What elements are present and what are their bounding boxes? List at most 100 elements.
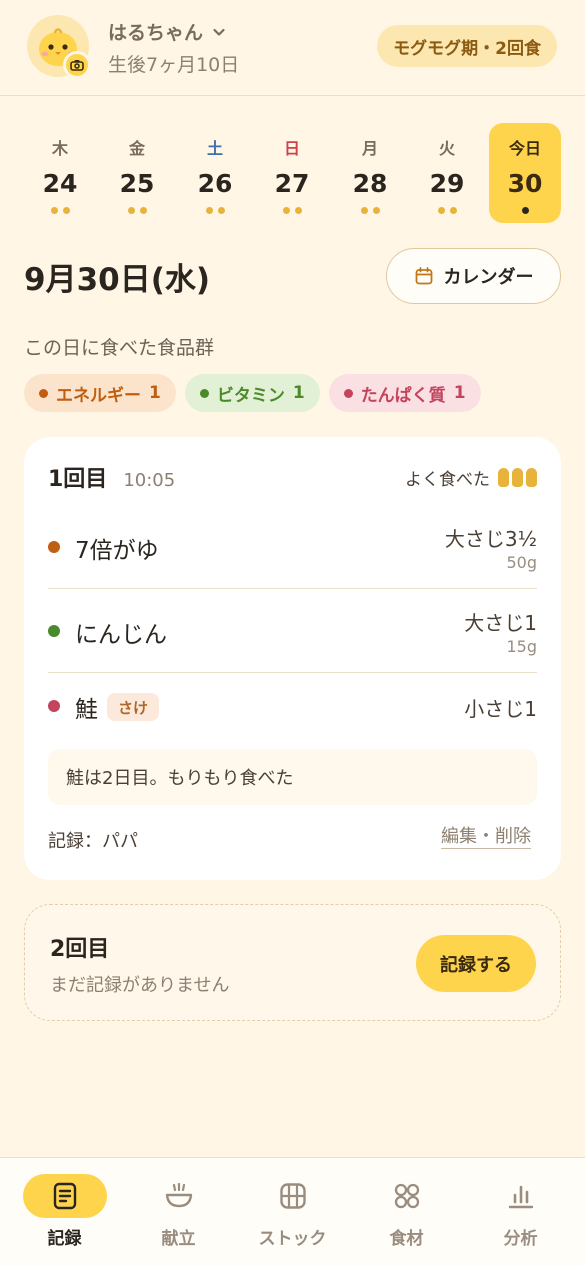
chip-label: たんぱく質 (360, 385, 446, 406)
food-name: 鮭 (75, 697, 98, 723)
day-27[interactable]: 日 27 (256, 123, 328, 223)
vitamin-dot (199, 388, 209, 398)
camera-icon[interactable] (63, 51, 91, 79)
selected-date-title: 9月30日(水) (24, 262, 211, 298)
meal-memo: 鮭は2日目。もりもり食べた (48, 749, 537, 805)
day-number: 30 (507, 169, 543, 198)
vitamin-dot (48, 625, 60, 637)
feeding-stage-badge: モグモグ期・2回食 (377, 25, 557, 67)
food-grams: 15g (506, 637, 537, 656)
chip-count: 1 (453, 383, 466, 403)
appetite-label: よく食べた (405, 470, 490, 490)
meal-card-2: 2回目 まだ記録がありません 記録する (24, 904, 561, 1021)
baby-age: 生後7ヶ月10日 (108, 54, 240, 76)
meal-header: 1回目 10:05 (48, 461, 175, 493)
baby-name: はるちゃん (108, 22, 204, 44)
calendar-button[interactable]: カレンダー (386, 248, 561, 304)
record-icon (22, 1174, 107, 1218)
meal-time: 10:05 (123, 470, 176, 491)
food-group-chips: エネルギー 1 ビタミン 1 たんぱく質 1 (24, 374, 481, 412)
meal-dots (360, 207, 380, 214)
nav-menu[interactable]: 献立 (120, 1174, 237, 1254)
day-today[interactable]: 今日 30 (489, 123, 561, 223)
spoon-rating-icon (498, 468, 537, 487)
day-29[interactable]: 火 29 (411, 123, 483, 223)
empty-state-text: まだ記録がありません (50, 975, 230, 996)
food-reading-tag: さけ (107, 693, 160, 721)
meal-dots (521, 207, 529, 214)
day-of-week: 火 (438, 139, 455, 158)
day-number: 27 (274, 169, 310, 198)
chip-label: エネルギー (56, 385, 141, 406)
food-row[interactable]: にんじん 大さじ1 15g (48, 589, 537, 673)
record-meal-button[interactable]: 記録する (416, 935, 536, 992)
energy-dot (48, 541, 60, 553)
meal-number: 2回目 (50, 937, 110, 962)
avatar[interactable] (27, 15, 91, 79)
nav-stock[interactable]: ストック (234, 1174, 351, 1254)
bottom-nav: 記録 献立 ストック 食材 分析 (0, 1157, 585, 1266)
chip-label: ビタミン (216, 385, 285, 406)
day-of-week: 土 (206, 139, 223, 158)
day-24[interactable]: 木 24 (24, 123, 96, 223)
meal-number: 1回目 (48, 467, 108, 492)
food-grams: 50g (506, 553, 537, 572)
nav-record[interactable]: 記録 (6, 1174, 123, 1254)
day-number: 28 (352, 169, 388, 198)
protein-dot (343, 388, 353, 398)
recorded-by: 記録：パパ (48, 831, 138, 852)
day-26[interactable]: 土 26 (179, 123, 251, 223)
meal-dots (50, 207, 70, 214)
food-row[interactable]: 7倍がゆ 大さじ3½ 50g (48, 505, 537, 589)
ice-tray-icon (251, 1174, 335, 1218)
appetite-indicator: よく食べた (405, 465, 537, 490)
baby-switcher[interactable]: はるちゃん (108, 18, 227, 45)
nav-ingredients[interactable]: 食材 (348, 1174, 465, 1254)
food-amount: 小さじ1 (464, 697, 537, 721)
chevron-down-icon (211, 24, 227, 40)
food-groups-label: この日に食べた食品群 (24, 337, 215, 359)
week-strip: 木 24 金 25 土 26 日 27 月 28 火 29 今日 30 (22, 123, 562, 223)
chip-energy[interactable]: エネルギー 1 (24, 374, 176, 412)
calendar-button-label: カレンダー (443, 267, 534, 288)
meal-card-1[interactable]: 1回目 10:05 よく食べた 7倍がゆ 大さじ3½ 50g にんじん 大さじ1… (24, 437, 561, 880)
day-28[interactable]: 月 28 (334, 123, 406, 223)
energy-dot (39, 388, 48, 398)
protein-dot (48, 700, 60, 712)
chip-count: 1 (149, 383, 161, 403)
edit-delete-link[interactable]: 編集・削除 (441, 826, 531, 849)
food-amount: 大さじ3½ (444, 527, 537, 551)
day-number: 26 (197, 169, 233, 198)
day-number: 24 (42, 169, 78, 198)
nav-label: ストック (258, 1229, 327, 1249)
calendar-icon (414, 266, 434, 286)
food-row[interactable]: 鮭 さけ 小さじ1 (48, 673, 537, 757)
day-of-week: 金 (128, 139, 145, 158)
nav-label: 献立 (161, 1229, 196, 1249)
nav-label: 分析 (503, 1229, 538, 1249)
food-name: にんじん (75, 622, 167, 648)
chip-protein[interactable]: たんぱく質 1 (328, 374, 481, 412)
day-of-week: 木 (51, 139, 68, 158)
food-name: 7倍がゆ (75, 538, 159, 564)
day-number: 29 (429, 169, 465, 198)
day-25[interactable]: 金 25 (101, 123, 173, 223)
chip-vitamin[interactable]: ビタミン 1 (184, 374, 320, 412)
ingredients-icon (365, 1174, 449, 1218)
nav-label: 食材 (389, 1229, 424, 1249)
chart-icon (479, 1174, 563, 1218)
nav-label: 記録 (47, 1229, 82, 1249)
day-of-week: 月 (361, 139, 378, 158)
chip-count: 1 (292, 383, 305, 403)
meal-dots (437, 207, 457, 214)
bowl-icon (137, 1174, 221, 1218)
food-amount: 大さじ1 (464, 611, 537, 635)
meal-dots (205, 207, 225, 214)
nav-analysis[interactable]: 分析 (462, 1174, 579, 1254)
day-of-week: 日 (283, 139, 300, 158)
meal-dots (282, 207, 302, 214)
day-of-week: 今日 (508, 139, 541, 158)
day-number: 25 (119, 169, 155, 198)
app-header: はるちゃん 生後7ヶ月10日 モグモグ期・2回食 (0, 0, 585, 96)
meal-dots (127, 207, 147, 214)
